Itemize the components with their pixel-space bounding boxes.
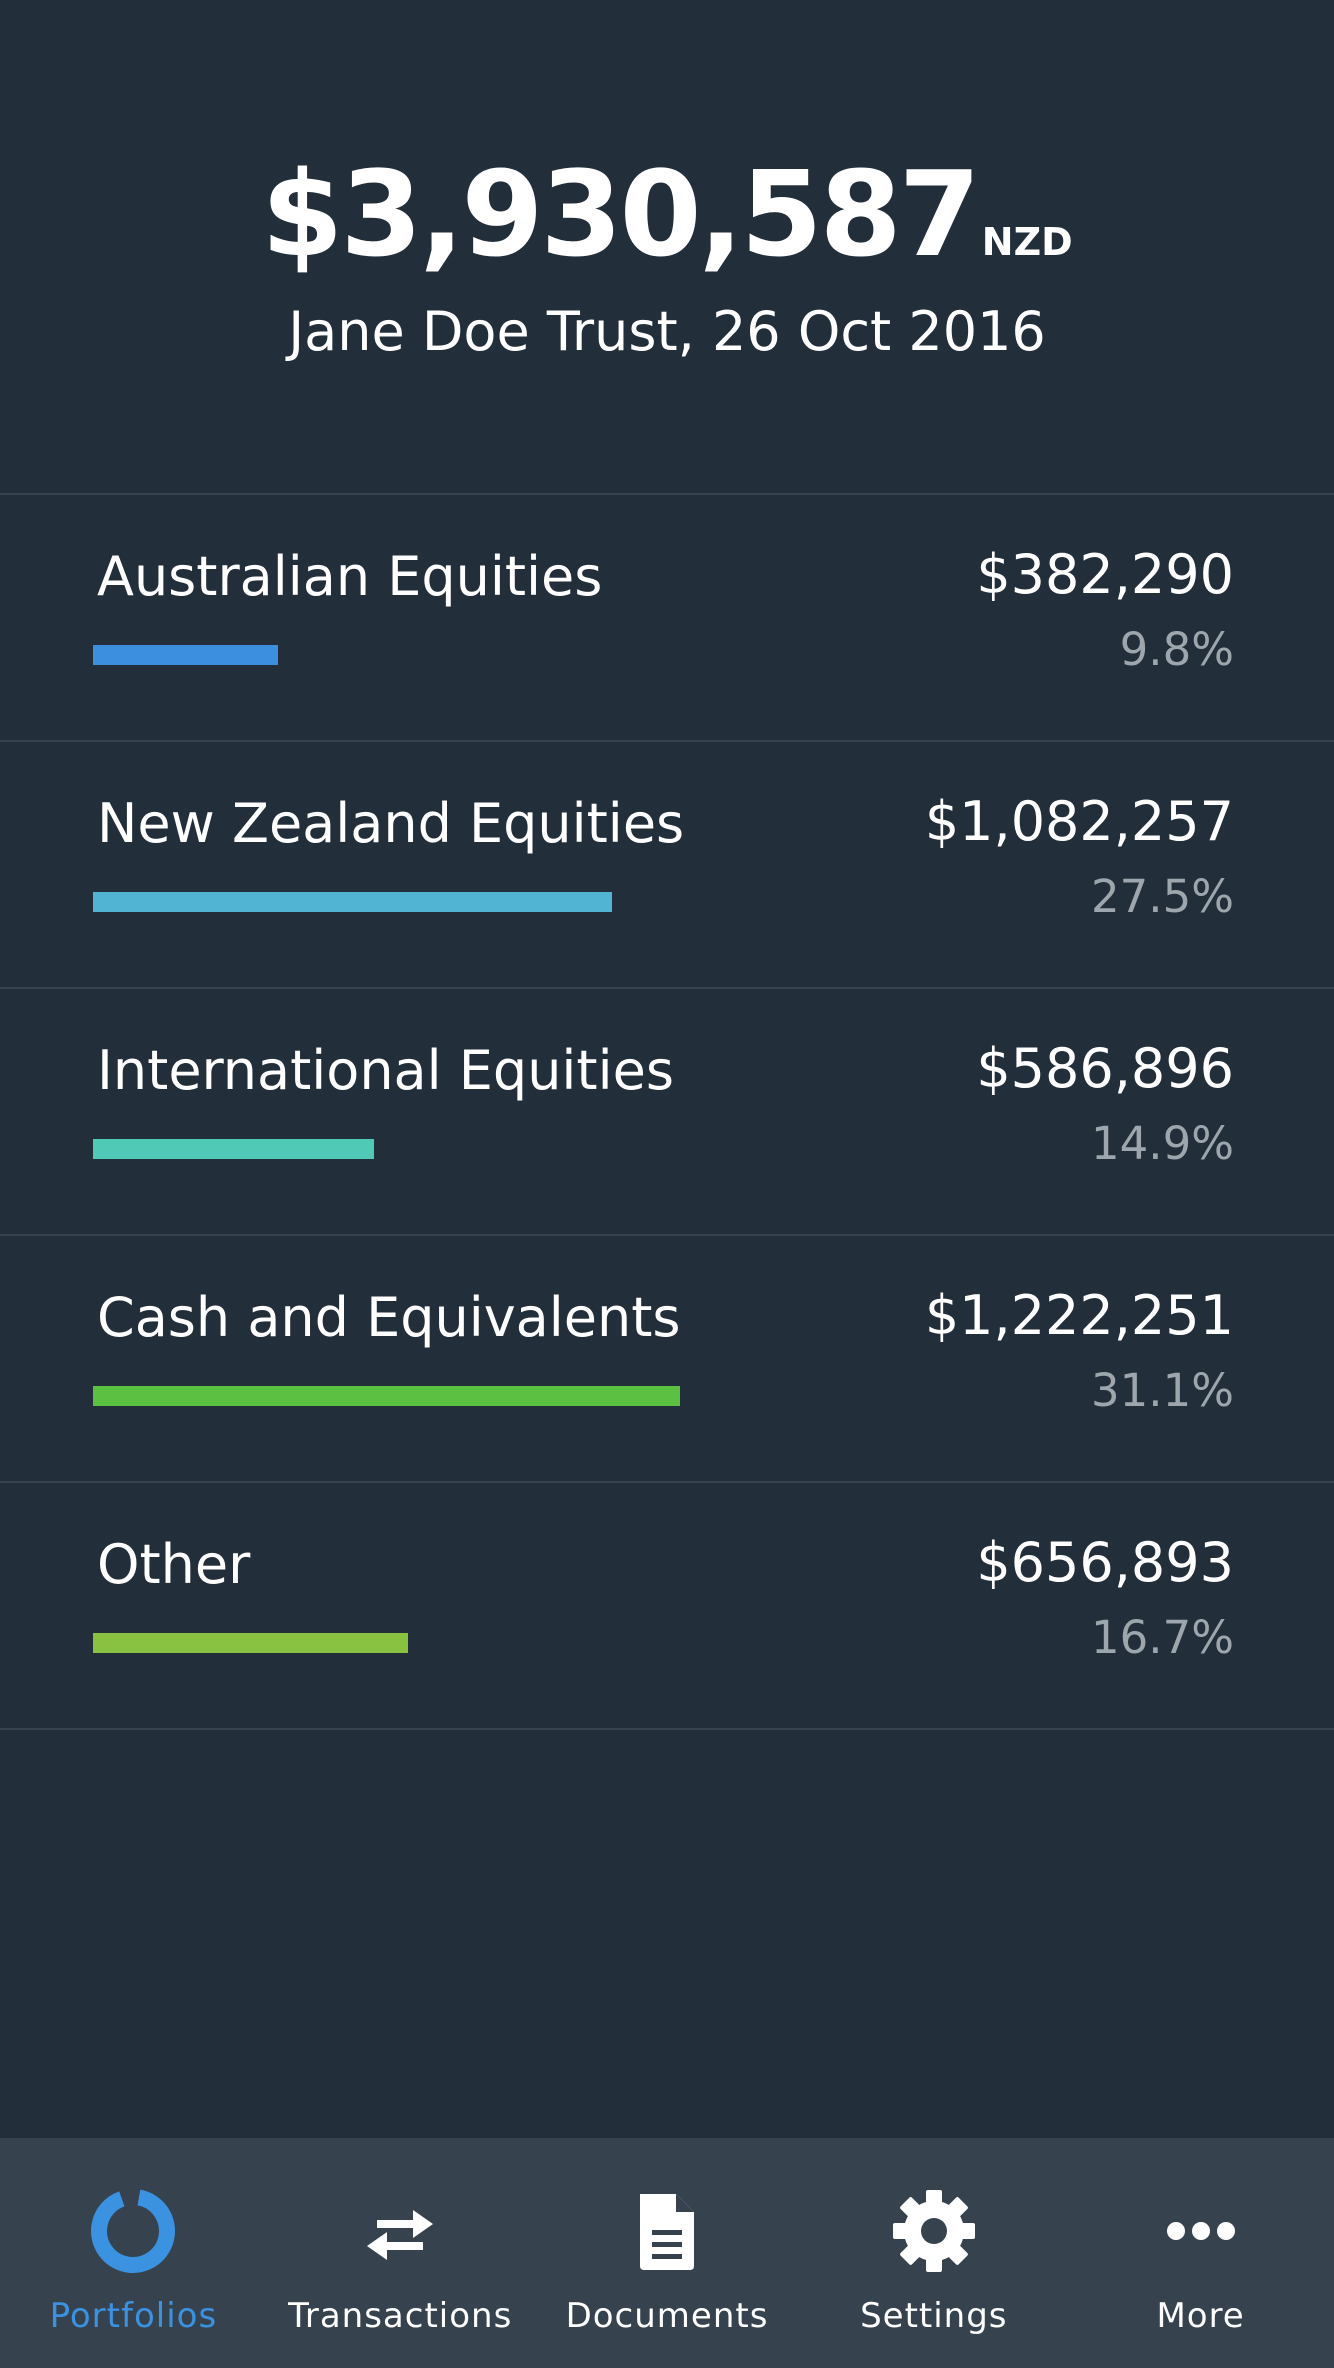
allocation-percent: 16.7% — [1091, 1611, 1234, 1664]
total-amount: $3,930,587 — [261, 145, 980, 283]
allocation-row-other[interactable]: Other $656,893 16.7% — [0, 1483, 1334, 1730]
portfolio-subtitle: Jane Doe Trust, 26 Oct 2016 — [288, 300, 1046, 363]
allocation-bar — [93, 1633, 408, 1653]
allocation-bar-track — [93, 1633, 1093, 1653]
allocation-label: International Equities — [97, 1039, 674, 1102]
allocation-row-australian-equities[interactable]: Australian Equities $382,290 9.8% — [0, 495, 1334, 742]
allocation-bar — [93, 645, 278, 665]
tab-transactions[interactable]: Transactions — [267, 2138, 534, 2368]
allocation-label: New Zealand Equities — [97, 792, 685, 855]
portfolio-total: $3,930,587 NZD — [0, 145, 1334, 283]
tab-label: More — [1156, 2296, 1245, 2336]
allocation-row-new-zealand-equities[interactable]: New Zealand Equities $1,082,257 27.5% — [0, 742, 1334, 989]
transfer-arrows-icon — [367, 2210, 434, 2260]
allocation-percent: 9.8% — [1119, 623, 1234, 676]
allocation-row-cash-and-equivalents[interactable]: Cash and Equivalents $1,222,251 31.1% — [0, 1236, 1334, 1483]
ellipsis-icon — [1166, 2222, 1235, 2240]
allocation-percent: 31.1% — [1091, 1364, 1234, 1417]
tab-settings[interactable]: Settings — [800, 2138, 1067, 2368]
allocation-percent: 27.5% — [1091, 870, 1234, 923]
tab-label: Portfolios — [49, 2296, 218, 2336]
allocation-row-international-equities[interactable]: International Equities $586,896 14.9% — [0, 989, 1334, 1236]
tab-label: Transactions — [288, 2296, 513, 2336]
allocation-bar-track — [93, 892, 1093, 912]
allocation-bar — [93, 1139, 374, 1159]
donut-chart-icon — [91, 2189, 176, 2273]
allocation-percent: 14.9% — [1091, 1117, 1234, 1170]
allocation-label: Australian Equities — [97, 545, 603, 608]
bottom-tab-bar: Portfolios Transactions Documents Settin… — [0, 2138, 1334, 2368]
allocation-label: Cash and Equivalents — [97, 1286, 681, 1349]
allocation-bar-track — [93, 1139, 1093, 1159]
allocation-bar-track — [93, 645, 1093, 665]
allocation-bar — [93, 1386, 680, 1406]
currency-code: NZD — [981, 220, 1073, 264]
allocation-value: $1,222,251 — [924, 1284, 1234, 1347]
allocation-bar — [93, 892, 612, 912]
allocation-bar-track — [93, 1386, 1093, 1406]
tab-portfolios[interactable]: Portfolios — [0, 2138, 267, 2368]
tab-label: Settings — [860, 2296, 1008, 2336]
allocation-value: $382,290 — [976, 543, 1234, 606]
gear-icon — [892, 2190, 975, 2272]
allocation-value: $656,893 — [976, 1531, 1234, 1594]
tab-more[interactable]: More — [1067, 2138, 1334, 2368]
portfolio-header: $3,930,587 NZD Jane Doe Trust, 26 Oct 201… — [0, 0, 1334, 495]
allocation-value: $1,082,257 — [924, 790, 1234, 853]
allocation-list: Australian Equities $382,290 9.8% New Ze… — [0, 495, 1334, 1730]
allocation-value: $586,896 — [976, 1037, 1234, 1100]
document-icon — [639, 2194, 694, 2270]
allocation-label: Other — [97, 1533, 251, 1596]
tab-documents[interactable]: Documents — [534, 2138, 801, 2368]
tab-label: Documents — [565, 2296, 769, 2336]
